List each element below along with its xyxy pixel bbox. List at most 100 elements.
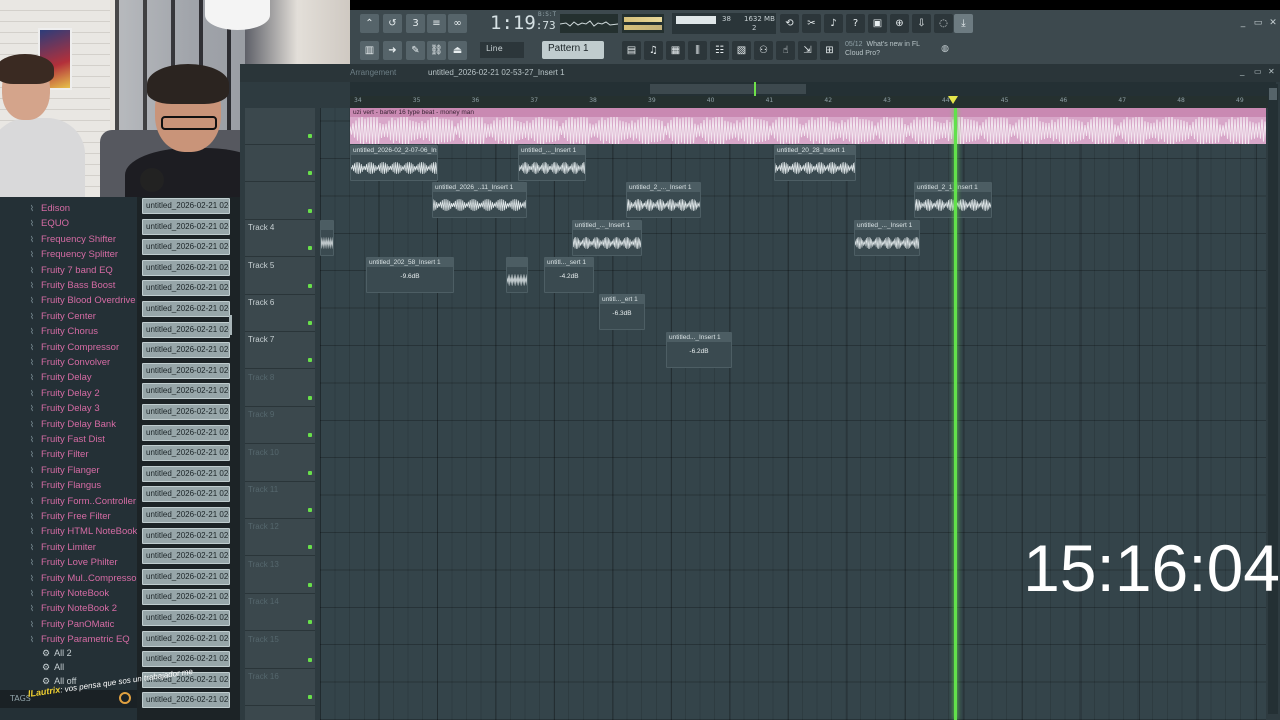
plugin-item[interactable]: ⌇ Fruity Flangus (30, 480, 101, 495)
file-item[interactable]: untitled_2026-02-21 02- (142, 198, 230, 214)
file-item[interactable]: untitled_2026-02-21 02- (142, 568, 230, 585)
track-header[interactable]: Track 10 (245, 445, 315, 482)
plugin-item[interactable]: ⌇ Fruity 7 band EQ (30, 265, 113, 280)
track-led-icon[interactable] (308, 620, 312, 625)
track-led-icon[interactable] (308, 134, 312, 138)
preset-item[interactable]: ⚙ All (42, 662, 64, 673)
track-led-icon[interactable] (308, 395, 312, 400)
track-led-icon[interactable] (308, 358, 312, 363)
track-header[interactable]: Track 15 (245, 632, 315, 669)
plugin-item[interactable]: ⌇ Fruity Delay 3 (30, 403, 100, 418)
snap-select[interactable]: Line (480, 42, 524, 58)
file-item[interactable]: untitled_2026-02-21 02- (142, 259, 230, 276)
wait-input-icon[interactable]: ↺ (383, 14, 402, 33)
file-item[interactable]: untitled_2026-02-21 02- (142, 424, 230, 441)
playhead-line[interactable] (954, 108, 957, 720)
file-item[interactable]: untitled_2026-02-21 02- (142, 383, 230, 400)
track-header[interactable]: Track 14 (245, 594, 315, 632)
plugin-item[interactable]: ⌇ Fruity Convolver (30, 357, 110, 372)
audio-clip[interactable]: untitled_2_1_Insert 1 (914, 182, 992, 218)
plugin-item[interactable]: ⌇ EQUO (30, 218, 69, 233)
help-icon[interactable]: ? (846, 14, 865, 33)
audio-clip[interactable]: untitled_2026_..11_Insert 1 (432, 182, 527, 218)
file-item[interactable]: untitled_2026-02-21 02- (142, 342, 230, 359)
preset-item[interactable]: ⚙ All 2 (42, 648, 72, 659)
audio-clip[interactable] (320, 220, 334, 256)
plugin-picker-icon[interactable]: ⚇ (754, 41, 773, 60)
playlist-overview-scroller[interactable] (350, 82, 1276, 96)
track-led-icon[interactable] (308, 582, 312, 587)
browser-icon[interactable]: ☷ (710, 41, 729, 60)
plugin-item[interactable]: ⌇ Frequency Splitter (30, 249, 118, 264)
chat-icon[interactable]: ◌ (934, 14, 953, 33)
file-item[interactable]: untitled_2026-02-21 02- (142, 630, 230, 647)
file-item[interactable]: untitled_2026-02-21 02- (142, 239, 230, 256)
audio-clip-beat[interactable]: uzi vert - barter 16 type beat - money m… (350, 108, 1266, 144)
globe-icon[interactable]: ◍ (940, 44, 950, 54)
file-item[interactable]: untitled_2026-02-21 02- (142, 651, 230, 668)
file-list-scrollbar[interactable] (229, 315, 232, 335)
plugin-item[interactable]: ⌇ Fruity Limiter (30, 542, 96, 557)
audio-clip[interactable]: untitled_..._Insert 1 (518, 145, 586, 181)
timeline-ruler[interactable]: 34 35 36 37 38 39 40 41 42 43 44 45 46 47 48 49 (350, 96, 1276, 108)
countdown-icon[interactable]: 3 (406, 14, 425, 33)
track-header[interactable]: Track 8 (245, 370, 315, 407)
track-header[interactable]: Track 11 (245, 482, 315, 519)
file-item[interactable]: untitled_2026-02-21 02- (142, 280, 230, 297)
piano-icon[interactable]: ▥ (360, 41, 379, 60)
file-item[interactable]: untitled_2026-02-21 02- (142, 692, 230, 709)
close-icon[interactable]: ✕ (1268, 67, 1275, 76)
track-led-icon[interactable] (308, 208, 312, 213)
track-led-icon[interactable] (308, 657, 312, 662)
metronome-icon[interactable]: ⌃ (360, 14, 379, 33)
audio-clip[interactable]: untitl..._sert 1 -4.2dB (544, 257, 594, 293)
track-led-icon[interactable] (308, 246, 312, 251)
track-header[interactable]: Track 12 (245, 519, 315, 557)
plugin-item[interactable]: ⌇ Fruity Free Filter (30, 511, 111, 526)
news-panel[interactable]: 05/12 What's new in FL Cloud Pro? (845, 40, 950, 62)
plugin-item[interactable]: ⌇ Fruity Center (30, 311, 96, 326)
file-item[interactable]: untitled_2026-02-21 02- (142, 362, 230, 379)
file-item[interactable]: untitled_2026-02-21 02- (142, 445, 230, 462)
audio-clip[interactable] (506, 257, 528, 293)
plugin-item[interactable]: ⌇ Frequency Shifter (30, 234, 116, 249)
track-header[interactable]: Track 5 (245, 258, 315, 295)
track-led-icon[interactable] (308, 283, 312, 288)
track-header[interactable]: Track 13 (245, 557, 315, 594)
plugin-item[interactable]: ⌇ Fruity Flanger (30, 465, 100, 480)
file-item[interactable]: untitled_2026-02-21 02- (142, 218, 230, 235)
audio-clip[interactable]: untitled_..._Insert 1 (854, 220, 920, 256)
track-header[interactable]: Track 6 (245, 295, 315, 332)
audio-clip[interactable]: untitled_2026-02_2-07-06_Insert 1 (350, 145, 438, 181)
audio-clip[interactable]: untitled..._Insert 1 -6.2dB (666, 332, 732, 368)
mixer-icon[interactable]: ⫼ (688, 41, 707, 60)
plugin-item[interactable]: ⌇ Fruity PanOMatic (30, 619, 114, 634)
audio-clip[interactable]: untitled_20_28_Insert 1 (774, 145, 856, 181)
file-item[interactable]: untitled_2026-02-21 02- (142, 507, 230, 523)
pattern-select[interactable]: Pattern 1 (542, 41, 604, 59)
plugin-item[interactable]: ⌇ Fruity NoteBook (30, 588, 109, 603)
step-edit-icon[interactable]: ≡ (427, 14, 446, 33)
plugin-icon[interactable]: ⊕ (890, 14, 909, 33)
plugin-item[interactable]: ⌇ Fruity Delay 2 (30, 388, 100, 403)
vertical-scrollbar[interactable] (1268, 84, 1278, 714)
link-icon[interactable]: ⛓ (427, 41, 446, 60)
track-led-icon[interactable] (308, 171, 312, 176)
track-header[interactable]: Track 4 (245, 220, 315, 258)
plugin-item[interactable]: ⌇ Fruity Fast Dist (30, 434, 105, 449)
file-item[interactable]: untitled_2026-02-21 02- (142, 610, 230, 626)
plugin-db-icon[interactable]: ▧ (732, 41, 751, 60)
plugin-item[interactable]: ⌇ Fruity Delay Bank (30, 419, 116, 434)
track-led-icon[interactable] (308, 321, 312, 325)
playlist-title[interactable]: untitled_2026-02-21 02-53-27_Insert 1 (428, 68, 565, 77)
track-led-icon[interactable] (308, 545, 312, 550)
file-item[interactable]: untitled_2026-02-21 02- (142, 589, 230, 606)
plugin-item[interactable]: ⌇ Fruity Form..Controller (30, 496, 136, 511)
song-position-clock[interactable]: 1:19:73 B:S:T (490, 11, 556, 35)
track-header[interactable] (245, 145, 315, 183)
track-header[interactable]: Track 9 (245, 407, 315, 445)
track-led-icon[interactable] (308, 433, 312, 438)
maximize-icon[interactable]: ▭ (1254, 67, 1262, 76)
maximize-icon[interactable]: ▭ (1253, 18, 1263, 28)
stamp-icon[interactable]: ⏏ (448, 41, 467, 60)
